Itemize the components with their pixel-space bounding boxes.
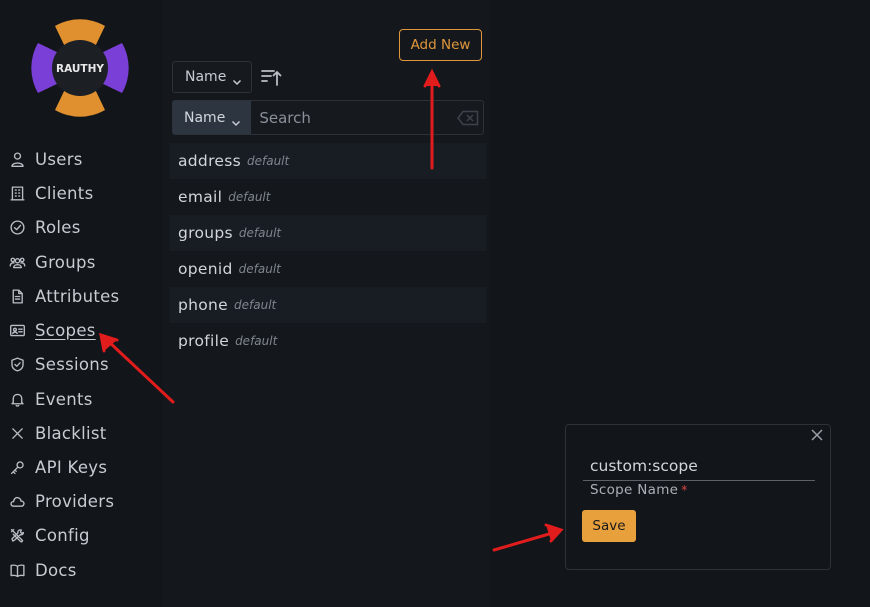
search-bar: Name <box>172 100 484 135</box>
nav-label: Config <box>35 525 90 545</box>
nav-label: Events <box>35 389 93 409</box>
nav-label: Attributes <box>35 286 120 306</box>
scope-name-input[interactable] <box>583 451 815 481</box>
close-icon[interactable] <box>810 427 826 443</box>
nav-item-events[interactable]: Events <box>8 385 93 413</box>
list-item[interactable]: profile default <box>170 323 486 359</box>
key-icon <box>8 458 26 476</box>
nav-item-roles[interactable]: Roles <box>8 213 81 241</box>
clear-search-icon[interactable] <box>453 101 483 134</box>
nav-item-sessions[interactable]: Sessions <box>8 350 109 378</box>
logo-text: RAUTHY <box>56 63 104 75</box>
add-scope-modal: Scope Name* Save <box>565 424 831 570</box>
scope-default-badge: default <box>247 154 290 168</box>
sort-by-value: Name <box>185 69 227 85</box>
scope-default-badge: default <box>238 262 281 276</box>
nav-item-scopes[interactable]: Scopes <box>8 316 96 344</box>
bell-icon <box>8 390 26 408</box>
list-item[interactable]: email default <box>170 179 486 215</box>
required-mark: * <box>681 483 688 497</box>
nav-label: Roles <box>35 217 81 237</box>
sidebar: RAUTHY Users Clients Roles Groups Attrib… <box>0 0 163 607</box>
nav-label: Providers <box>35 491 115 511</box>
list-item[interactable]: address default <box>170 143 486 179</box>
nav-label: Groups <box>35 252 96 272</box>
list-item[interactable]: groups default <box>170 215 486 251</box>
save-button[interactable]: Save <box>582 510 636 542</box>
sort-by-select[interactable]: Name <box>172 61 252 93</box>
search-field-value: Name <box>184 109 226 126</box>
nav-item-providers[interactable]: Providers <box>8 487 114 515</box>
nav-label: Users <box>35 149 83 169</box>
rauthy-logo: RAUTHY <box>31 19 129 117</box>
nav-item-clients[interactable]: Clients <box>8 179 93 207</box>
nav-label: API Keys <box>35 457 108 477</box>
users-group-icon <box>8 253 26 271</box>
add-new-button[interactable]: Add New <box>399 29 482 61</box>
nav-label: Blacklist <box>35 423 107 443</box>
scope-name: groups <box>178 224 233 242</box>
chevron-down-icon <box>232 72 242 86</box>
nav-item-blacklist[interactable]: Blacklist <box>8 419 107 447</box>
user-icon <box>8 150 26 168</box>
book-icon <box>8 561 26 579</box>
nav-label: Docs <box>35 560 77 580</box>
scope-default-badge: default <box>238 226 282 240</box>
scope-default-badge: default <box>235 334 278 348</box>
nav-item-docs[interactable]: Docs <box>8 556 77 584</box>
nav-label: Scopes <box>35 320 96 340</box>
nav-item-users[interactable]: Users <box>8 145 83 173</box>
scope-name: profile <box>178 332 230 350</box>
list-item[interactable]: openid default <box>170 251 486 287</box>
list-item[interactable]: phone default <box>170 287 486 323</box>
scope-name-label-text: Scope Name <box>590 482 679 498</box>
shield-check-icon <box>8 355 26 373</box>
tools-icon <box>8 526 26 544</box>
nav-item-api-keys[interactable]: API Keys <box>8 453 107 481</box>
x-icon <box>8 424 26 442</box>
nav-label: Sessions <box>35 354 109 374</box>
id-card-icon <box>8 321 26 339</box>
scope-default-badge: default <box>228 190 271 204</box>
nav-item-config[interactable]: Config <box>8 521 90 549</box>
nav-item-attributes[interactable]: Attributes <box>8 282 119 310</box>
scope-name-label: Scope Name * <box>590 482 688 498</box>
search-input[interactable] <box>251 101 454 134</box>
scope-list: address default email default groups def… <box>170 143 486 359</box>
sort-ascending-icon[interactable] <box>259 65 283 89</box>
scope-name: phone <box>178 296 229 314</box>
scope-default-badge: default <box>234 298 277 312</box>
check-circle-icon <box>8 218 26 236</box>
scope-name: email <box>178 188 223 206</box>
chevron-down-icon <box>231 113 241 126</box>
nav-item-groups[interactable]: Groups <box>8 248 96 276</box>
cloud-icon <box>8 492 26 510</box>
search-field-select[interactable]: Name <box>173 101 252 134</box>
scope-name: address <box>178 152 241 170</box>
scope-name: openid <box>178 260 233 278</box>
nav-label: Clients <box>35 183 94 203</box>
document-icon <box>8 287 26 305</box>
building-icon <box>8 184 26 202</box>
